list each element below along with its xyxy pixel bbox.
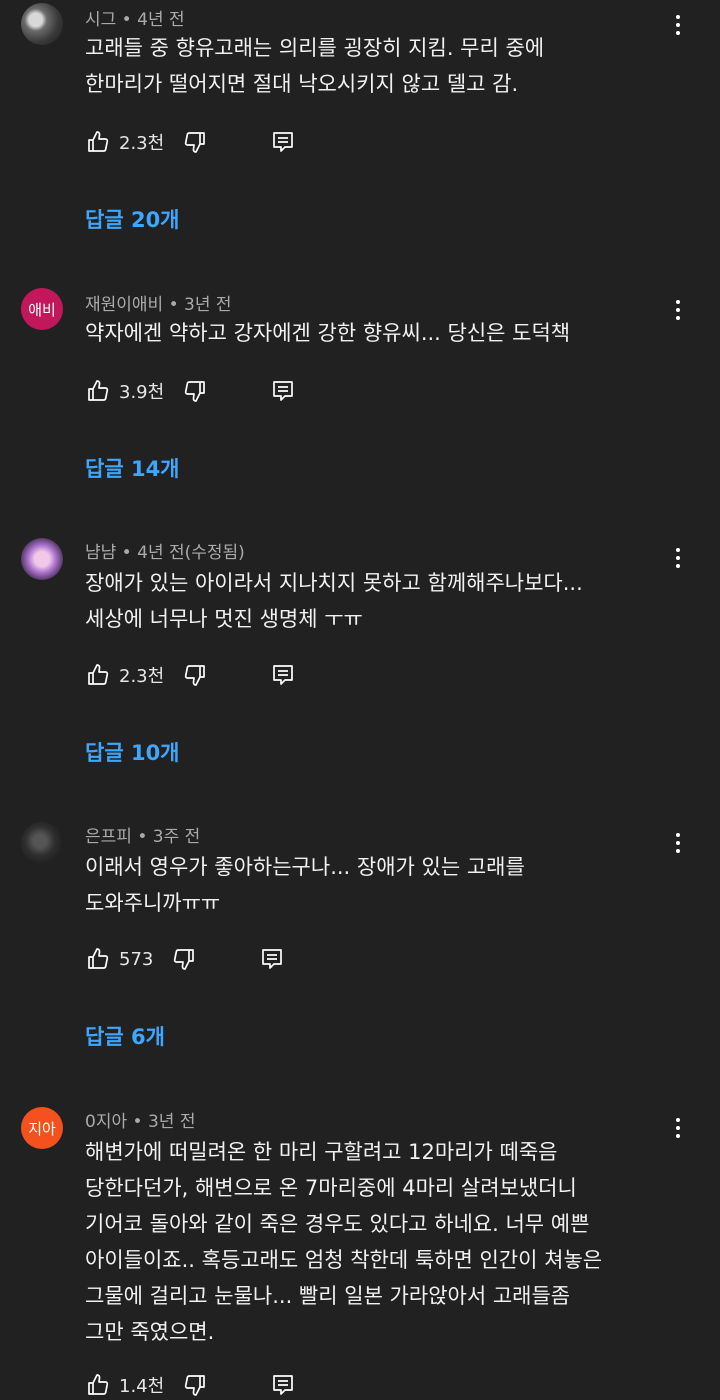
reply-comment-icon[interactable]: [259, 946, 285, 972]
comment-text: 약자에겐 약하고 강자에겐 강한 향유씨... 당신은 도덕책: [85, 315, 655, 351]
comment-time[interactable]: 3년 전: [184, 295, 232, 315]
comment-text: 고래들 중 향유고래는 의리를 굉장히 지킴. 무리 중에 한마리가 떨어지면 …: [85, 30, 655, 102]
comment-time[interactable]: 4년 전: [137, 10, 185, 30]
comment-meta: 은프피 • 3주 전: [85, 822, 200, 847]
avatar[interactable]: 지아: [21, 1107, 63, 1149]
like-count: 2.3천: [119, 666, 165, 687]
reply-comment-icon[interactable]: [270, 378, 296, 404]
avatar-initials: 애비: [28, 300, 56, 319]
comment-line: 당한다던가, 해변으로 온 7마리중에 4마리 살려보냈더니: [85, 1176, 577, 1200]
avatar[interactable]: [21, 3, 63, 45]
like-count: 573: [119, 948, 154, 970]
author-name[interactable]: 은프피: [85, 827, 132, 847]
more-vertical-icon[interactable]: [668, 1113, 688, 1143]
like-count: 1.4천: [119, 1376, 165, 1397]
author-name[interactable]: 재원이애비: [85, 295, 163, 315]
comment-time[interactable]: 3주 전: [153, 827, 201, 847]
meta-separator: •: [116, 543, 138, 563]
author-name[interactable]: 0지아: [85, 1112, 127, 1132]
author-name[interactable]: 냠냠: [85, 543, 116, 563]
comment-actions: 2.3천: [85, 127, 296, 157]
meta-separator: •: [116, 10, 138, 30]
comment-time[interactable]: 4년 전(수정됨): [137, 543, 245, 563]
comment-meta: 시그 • 4년 전: [85, 5, 185, 30]
thumbs-down-icon[interactable]: [182, 662, 208, 688]
author-name[interactable]: 시그: [85, 10, 116, 30]
comment-line: 약자에겐 약하고 강자에겐 강한 향유씨... 당신은 도덕책: [85, 321, 571, 345]
comment-actions: 3.9천: [85, 376, 296, 406]
meta-separator: •: [127, 1112, 148, 1132]
like-count: 2.3천: [119, 133, 165, 154]
thumbs-up-icon[interactable]: [85, 378, 111, 404]
comment-actions: 1.4천: [85, 1370, 296, 1400]
comment-line: 그만 죽였으면.: [85, 1320, 215, 1344]
reply-comment-icon[interactable]: [270, 662, 296, 688]
comment-actions: 2.3천: [85, 660, 296, 690]
comment-actions: 573: [85, 944, 285, 974]
thumbs-down-icon[interactable]: [171, 946, 197, 972]
view-replies-button[interactable]: 답글 20개: [85, 204, 180, 234]
avatar[interactable]: [21, 538, 63, 580]
thumbs-down-icon[interactable]: [182, 129, 208, 155]
comment-text: 해변가에 떠밀려온 한 마리 구할려고 12마리가 떼죽음 당한다던가, 해변으…: [85, 1134, 655, 1350]
avatar[interactable]: 애비: [21, 288, 63, 330]
view-replies-button[interactable]: 답글 14개: [85, 453, 180, 483]
comment-line: 기어코 돌아와 같이 죽은 경우도 있다고 하네요. 너무 예쁜: [85, 1212, 590, 1236]
comment-line: 도와주니까ㅠㅠ: [85, 891, 221, 915]
meta-separator: •: [163, 295, 185, 315]
thumbs-up-icon[interactable]: [85, 1372, 111, 1398]
more-vertical-icon[interactable]: [668, 10, 688, 40]
more-vertical-icon[interactable]: [668, 828, 688, 858]
comment-line: 한마리가 떨어지면 절대 낙오시키지 않고 델고 감.: [85, 72, 519, 96]
reply-comment-icon[interactable]: [270, 1372, 296, 1398]
comment-line: 그물에 걸리고 눈물나... 빨리 일본 가라앉아서 고래들좀: [85, 1284, 571, 1308]
like-count: 3.9천: [119, 382, 165, 403]
more-vertical-icon[interactable]: [668, 543, 688, 573]
comment-text: 장애가 있는 아이라서 지나치지 못하고 함께해주나보다... 세상에 너무나 …: [85, 565, 655, 637]
avatar[interactable]: [21, 822, 63, 864]
thumbs-up-icon[interactable]: [85, 946, 111, 972]
reply-comment-icon[interactable]: [270, 129, 296, 155]
comment-meta: 재원이애비 • 3년 전: [85, 290, 232, 315]
thumbs-down-icon[interactable]: [182, 1372, 208, 1398]
avatar-initials: 지아: [28, 1119, 56, 1138]
comment-text: 이래서 영우가 좋아하는구나... 장애가 있는 고래를 도와주니까ㅠㅠ: [85, 849, 655, 921]
comment-line: 이래서 영우가 좋아하는구나... 장애가 있는 고래를: [85, 855, 525, 879]
comment-line: 장애가 있는 아이라서 지나치지 못하고 함께해주나보다...: [85, 571, 583, 595]
view-replies-button[interactable]: 답글 6개: [85, 1021, 165, 1051]
comment-line: 해변가에 떠밀려온 한 마리 구할려고 12마리가 떼죽음: [85, 1140, 558, 1164]
comment-meta: 0지아 • 3년 전: [85, 1107, 195, 1132]
thumbs-up-icon[interactable]: [85, 662, 111, 688]
comment-line: 고래들 중 향유고래는 의리를 굉장히 지킴. 무리 중에: [85, 36, 545, 60]
thumbs-down-icon[interactable]: [182, 378, 208, 404]
meta-separator: •: [131, 827, 153, 847]
comment-time[interactable]: 3년 전: [148, 1112, 196, 1132]
comment-meta: 냠냠 • 4년 전(수정됨): [85, 538, 245, 563]
comment-line: 세상에 너무나 멋진 생명체 ㅜㅠ: [85, 607, 363, 631]
thumbs-up-icon[interactable]: [85, 129, 111, 155]
view-replies-button[interactable]: 답글 10개: [85, 737, 180, 767]
comment-line: 아이들이죠.. 혹등고래도 엄청 착한데 툭하면 인간이 쳐놓은: [85, 1248, 603, 1272]
more-vertical-icon[interactable]: [668, 295, 688, 325]
